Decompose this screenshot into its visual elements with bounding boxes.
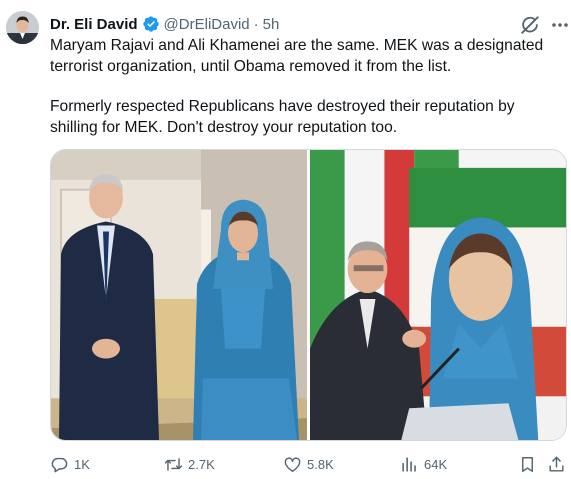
header-separator: · <box>253 15 259 33</box>
tweet-text: Maryam Rajavi and Ali Khamenei are the s… <box>50 36 565 138</box>
author-handle[interactable]: @DrEliDavid <box>164 16 250 33</box>
grok-icon[interactable] <box>519 14 541 36</box>
author-avatar[interactable] <box>6 11 39 44</box>
more-icon[interactable] <box>550 14 570 36</box>
reply-icon <box>51 457 68 472</box>
bookmark-button[interactable] <box>518 452 537 476</box>
tweet-paragraph: Formerly respected Republicans have dest… <box>50 98 515 136</box>
media-photo-1[interactable] <box>51 150 307 440</box>
tweet-paragraph: Maryam Rajavi and Ali Khamenei are the s… <box>50 37 544 75</box>
views-icon <box>402 456 416 472</box>
media-photo-2[interactable] <box>310 150 566 440</box>
heart-icon <box>284 456 301 472</box>
tweet-header: Dr. Eli David @DrEliDavid · 5h <box>50 13 279 35</box>
tweet-media[interactable] <box>50 149 567 441</box>
views-button[interactable]: 64K <box>400 452 447 476</box>
like-button[interactable]: 5.8K <box>283 452 334 476</box>
repost-icon <box>164 457 183 471</box>
bookmark-icon <box>522 456 533 472</box>
share-button[interactable] <box>547 452 566 476</box>
reply-count: 1K <box>74 456 90 472</box>
repost-button[interactable]: 2.7K <box>164 452 215 476</box>
views-count: 64K <box>424 456 448 472</box>
author-display-name[interactable]: Dr. Eli David <box>50 16 138 33</box>
reply-button[interactable]: 1K <box>50 452 90 476</box>
verified-badge-icon[interactable] <box>142 15 160 33</box>
tweet-timestamp[interactable]: 5h <box>263 16 280 33</box>
tweet-actions: 1K 2.7K 5.8K 64K <box>0 452 571 476</box>
like-count: 5.8K <box>307 456 334 472</box>
share-icon <box>549 456 564 472</box>
repost-count: 2.7K <box>188 456 215 472</box>
tweet-card[interactable]: Dr. Eli David @DrEliDavid · 5h Maryam Ra… <box>0 0 571 479</box>
